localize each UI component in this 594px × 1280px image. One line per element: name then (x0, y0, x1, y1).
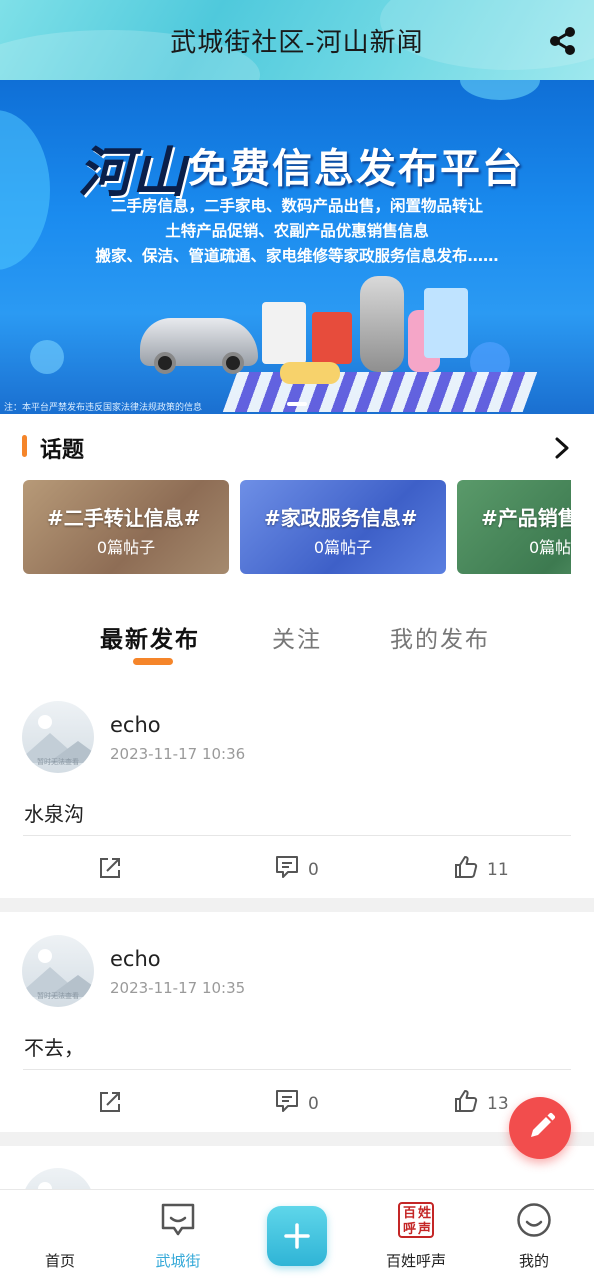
topic-card[interactable]: #家政服务信息# 0篇帖子 (240, 480, 446, 574)
topic-name: #二手转让信息# (47, 506, 201, 530)
active-tab-indicator (133, 658, 173, 665)
product-image (360, 276, 404, 372)
compose-button[interactable] (509, 1097, 571, 1159)
app-header: 武城街社区-河山新闻 (0, 0, 594, 80)
share-out-icon (100, 858, 120, 878)
avatar[interactable] (22, 1168, 94, 1190)
product-image (262, 302, 306, 364)
share-post-button[interactable] (97, 1089, 127, 1119)
post-card[interactable]: 暂时无法查看 echo 2023-11-17 10:35 不去， 0 13 (0, 920, 594, 1132)
comment-count: 0 (308, 1094, 319, 1114)
thumbs-up-icon (455, 856, 478, 878)
post-separator (0, 898, 594, 912)
post-content[interactable]: 水泉沟 (24, 798, 84, 827)
banner-decoration (460, 80, 540, 100)
topic-card[interactable]: #产品销售 0篇帖 (457, 480, 571, 574)
post-separator (0, 1132, 594, 1146)
page-title: 武城街社区-河山新闻 (170, 28, 424, 58)
like-button[interactable]: 11 (453, 854, 523, 884)
topics-header: 话题 (22, 432, 572, 463)
tab-following[interactable]: 关注 (272, 620, 322, 654)
nav-label: 武城街 (155, 1252, 201, 1270)
share-out-icon (100, 1092, 120, 1112)
post-author[interactable]: echo (110, 713, 161, 737)
comment-count: 0 (308, 860, 319, 880)
nav-label: 百姓呼声 (385, 1252, 446, 1270)
divider (23, 835, 571, 836)
feed-tabs: 最新发布 关注 我的发布 (0, 620, 594, 670)
nav-mine[interactable]: 我的 (484, 1190, 584, 1280)
nav-wuchengjie[interactable]: 武城街 (128, 1190, 228, 1280)
comment-icon (276, 856, 298, 878)
section-accent-bar (22, 435, 27, 457)
banner-disclaimer: 注：本平台严禁发布违反国家法律法规政策的信息 (4, 403, 203, 413)
nav-home[interactable]: 首页 (10, 1190, 110, 1280)
nav-label: 我的 (518, 1252, 549, 1270)
post-author[interactable]: echo (110, 947, 161, 971)
car-image (140, 318, 258, 374)
avatar[interactable]: 暂时无法查看 (22, 935, 94, 1007)
pencil-icon (531, 1112, 556, 1137)
topics-carousel[interactable]: #二手转让信息# 0篇帖子 #家政服务信息# 0篇帖子 #产品销售 0篇帖 (23, 480, 571, 575)
post-card[interactable]: 暂时无法查看 echo 2023-11-17 10:36 水泉沟 0 11 (0, 686, 594, 898)
post-time: 2023-11-17 10:35 (110, 979, 246, 997)
bottom-nav: 首页 武城街 百 姓 呼 声 百姓呼声 我的 (0, 1189, 594, 1280)
seal-icon: 百 姓 呼 声 (398, 1202, 434, 1238)
post-content[interactable]: 不去， (24, 1032, 84, 1061)
topic-name: #产品销售 (481, 506, 571, 530)
topics-title: 话题 (40, 438, 85, 463)
nav-label: 首页 (44, 1252, 75, 1270)
thumbs-up-icon (455, 1090, 478, 1112)
avatar[interactable]: 暂时无法查看 (22, 701, 94, 773)
comment-button[interactable]: 0 (274, 854, 334, 884)
post-time: 2023-11-17 10:36 (110, 745, 246, 763)
banner-headline: 免费信息发布平台 (188, 146, 524, 192)
comment-button[interactable]: 0 (274, 1088, 334, 1118)
tab-my-posts[interactable]: 我的发布 (390, 620, 490, 654)
chevron-right-icon[interactable] (552, 436, 572, 460)
like-count: 13 (487, 1094, 509, 1114)
promo-banner[interactable]: 河山 免费信息发布平台 二手房信息，二手家电、数码产品出售，闲置物品转让 土特产… (0, 80, 594, 414)
product-image (280, 362, 340, 384)
banner-line: 搬家、保洁、管道疏通、家电维修等家政服务信息发布…… (95, 247, 499, 265)
post-card[interactable] (0, 1146, 594, 1190)
like-count: 11 (487, 860, 509, 880)
share-icon[interactable] (546, 24, 580, 58)
topic-count: 0篇帖子 (313, 538, 373, 557)
comment-icon (276, 1090, 298, 1112)
chat-bubble-icon (161, 1203, 195, 1236)
publish-button[interactable] (267, 1206, 327, 1266)
plus-icon (284, 1223, 310, 1249)
topic-count: 0篇帖 (529, 538, 571, 557)
smiley-icon (517, 1203, 551, 1237)
share-post-button[interactable] (97, 855, 127, 885)
topic-name: #家政服务信息# (264, 506, 418, 530)
carousel-indicator (287, 402, 307, 406)
banner-line: 二手房信息，二手家电、数码产品出售，闲置物品转让 (110, 197, 483, 215)
banner-line: 土特产品促销、农副产品优惠销售信息 (165, 222, 429, 240)
product-image (312, 312, 352, 364)
banner-decoration (30, 340, 64, 374)
product-image (424, 288, 468, 358)
nav-public-voice[interactable]: 百 姓 呼 声 百姓呼声 (366, 1190, 466, 1280)
tab-latest[interactable]: 最新发布 (100, 620, 200, 654)
topic-count: 0篇帖子 (96, 538, 156, 557)
topic-card[interactable]: #二手转让信息# 0篇帖子 (23, 480, 229, 574)
divider (23, 1069, 571, 1070)
banner-stage (222, 372, 538, 412)
